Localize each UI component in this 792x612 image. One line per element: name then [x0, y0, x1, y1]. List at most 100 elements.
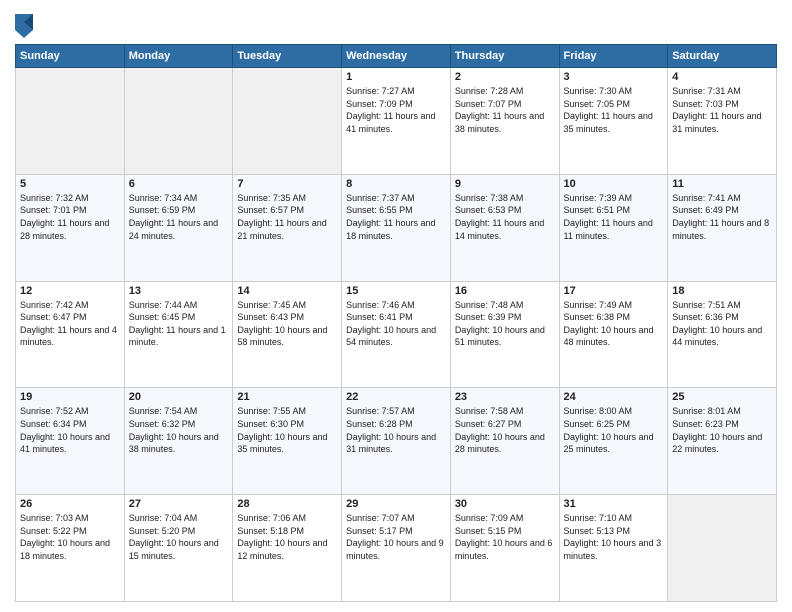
day-number: 1	[346, 71, 446, 83]
calendar-cell: 16 Sunrise: 7:48 AMSunset: 6:39 PMDayligh…	[450, 281, 559, 388]
sunset-text: Sunset: 6:51 PM	[564, 205, 631, 215]
calendar-cell: 18 Sunrise: 7:51 AM Sunset: 6:36 PM Dayligh…	[668, 281, 777, 388]
day-number: 4	[672, 71, 772, 83]
sunset-text: Sunset: 5:20 PM	[129, 526, 196, 536]
daylight-text: Daylight: 10 hours and 6 minutes.	[455, 538, 553, 561]
calendar-table: SundayMondayTuesdayWednesdayThursdayFrid…	[15, 44, 777, 602]
sunrise-text: Sunrise: 7:51 AM	[672, 300, 741, 310]
sunset-text: Sunset: 6:47 PM	[20, 312, 87, 322]
sunset-text: Sunset: 6:55 PM	[346, 205, 413, 215]
day-info: Sunrise: 7:03 AM Sunset: 5:22 PM Daylight:…	[20, 512, 120, 562]
day-number: 10	[564, 178, 664, 190]
day-number: 7	[237, 178, 337, 190]
daylight-text: Daylight: 11 hours and 4 minutes.	[20, 325, 117, 348]
header-row: SundayMondayTuesdayWednesdayThursdayFrid…	[16, 45, 777, 68]
calendar-page: SundayMondayTuesdayWednesdayThursdayFrid…	[0, 0, 792, 612]
calendar-cell	[668, 495, 777, 602]
calendar-cell	[16, 68, 125, 175]
daylight-text: Daylight: 10 hours and 44 minutes.	[672, 325, 762, 348]
sunset-text: Sunset: 6:25 PM	[564, 419, 631, 429]
daylight-text: Daylight: 10 hours and 18 minutes.	[20, 538, 110, 561]
sunset-text: Sunset: 6:36 PM	[672, 312, 739, 322]
sunrise-text: Sunrise: 7:30 AM	[564, 86, 633, 96]
sunset-text: Sunset: 7:09 PM	[346, 99, 413, 109]
daylight-text: Daylight: 11 hours and 24 minutes.	[129, 218, 218, 241]
calendar-cell: 10 Sunrise: 7:39 AMSunset: 6:51 PMDayligh…	[559, 174, 668, 281]
sunrise-text: Sunrise: 7:31 AM	[672, 86, 741, 96]
daylight-text: Daylight: 10 hours and 31 minutes.	[346, 432, 436, 455]
sunset-text: Sunset: 7:03 PM	[672, 99, 739, 109]
day-info: Sunrise: 7:48 AMSunset: 6:39 PMDaylight:…	[455, 299, 555, 349]
day-info: Sunrise: 7:41 AMSunset: 6:49 PMDaylight:…	[672, 192, 772, 242]
calendar-cell: 4 Sunrise: 7:31 AM Sunset: 7:03 PM Daylight…	[668, 68, 777, 175]
sunrise-text: Sunrise: 7:27 AM	[346, 86, 415, 96]
calendar-cell: 21Sunrise: 7:55 AMSunset: 6:30 PMDayligh…	[233, 388, 342, 495]
day-info: Sunrise: 7:07 AMSunset: 5:17 PMDaylight:…	[346, 512, 446, 562]
sunset-text: Sunset: 6:57 PM	[237, 205, 304, 215]
daylight-text: Daylight: 10 hours and 58 minutes.	[237, 325, 327, 348]
day-number: 26	[20, 498, 120, 510]
day-number: 17	[564, 285, 664, 297]
daylight-text: Daylight: 11 hours and 31 minutes.	[672, 111, 761, 134]
day-info: Sunrise: 7:54 AMSunset: 6:32 PMDaylight:…	[129, 405, 229, 455]
sunset-text: Sunset: 6:59 PM	[129, 205, 196, 215]
day-header-sunday: Sunday	[16, 45, 125, 68]
day-number: 2	[455, 71, 555, 83]
day-info: Sunrise: 7:27 AM Sunset: 7:09 PM Daylight:…	[346, 85, 446, 135]
daylight-text: Daylight: 10 hours and 41 minutes.	[20, 432, 110, 455]
sunset-text: Sunset: 6:39 PM	[455, 312, 522, 322]
sunset-text: Sunset: 5:22 PM	[20, 526, 87, 536]
daylight-text: Daylight: 11 hours and 41 minutes.	[346, 111, 435, 134]
sunrise-text: Sunrise: 7:55 AM	[237, 406, 306, 416]
day-info: Sunrise: 7:52 AMSunset: 6:34 PMDaylight:…	[20, 405, 120, 455]
day-info: Sunrise: 7:38 AMSunset: 6:53 PMDaylight:…	[455, 192, 555, 242]
day-header-friday: Friday	[559, 45, 668, 68]
daylight-text: Daylight: 11 hours and 21 minutes.	[237, 218, 326, 241]
calendar-cell: 23Sunrise: 7:58 AMSunset: 6:27 PMDayligh…	[450, 388, 559, 495]
daylight-text: Daylight: 11 hours and 28 minutes.	[20, 218, 109, 241]
day-number: 20	[129, 391, 229, 403]
day-info: Sunrise: 7:06 AMSunset: 5:18 PMDaylight:…	[237, 512, 337, 562]
daylight-text: Daylight: 10 hours and 38 minutes.	[129, 432, 219, 455]
day-header-monday: Monday	[124, 45, 233, 68]
sunset-text: Sunset: 5:18 PM	[237, 526, 304, 536]
day-info: Sunrise: 7:37 AMSunset: 6:55 PMDaylight:…	[346, 192, 446, 242]
sunrise-text: Sunrise: 7:28 AM	[455, 86, 524, 96]
week-row-0: 1 Sunrise: 7:27 AM Sunset: 7:09 PM Daylight…	[16, 68, 777, 175]
calendar-cell: 31Sunrise: 7:10 AMSunset: 5:13 PMDayligh…	[559, 495, 668, 602]
sunrise-text: Sunrise: 7:04 AM	[129, 513, 198, 523]
daylight-text: Daylight: 11 hours and 38 minutes.	[455, 111, 544, 134]
calendar-cell: 26 Sunrise: 7:03 AM Sunset: 5:22 PM Dayligh…	[16, 495, 125, 602]
calendar-cell: 17 Sunrise: 7:49 AMSunset: 6:38 PMDayligh…	[559, 281, 668, 388]
day-info: Sunrise: 7:04 AMSunset: 5:20 PMDaylight:…	[129, 512, 229, 562]
calendar-cell: 1 Sunrise: 7:27 AM Sunset: 7:09 PM Daylight…	[342, 68, 451, 175]
sunrise-text: Sunrise: 7:46 AM	[346, 300, 415, 310]
sunrise-text: Sunrise: 7:35 AM	[237, 193, 306, 203]
sunrise-text: Sunrise: 7:03 AM	[20, 513, 89, 523]
day-header-saturday: Saturday	[668, 45, 777, 68]
calendar-cell: 28Sunrise: 7:06 AMSunset: 5:18 PMDayligh…	[233, 495, 342, 602]
sunrise-text: Sunrise: 7:32 AM	[20, 193, 89, 203]
sunset-text: Sunset: 7:07 PM	[455, 99, 522, 109]
week-row-3: 19Sunrise: 7:52 AMSunset: 6:34 PMDayligh…	[16, 388, 777, 495]
calendar-cell: 15Sunrise: 7:46 AMSunset: 6:41 PMDayligh…	[342, 281, 451, 388]
day-number: 8	[346, 178, 446, 190]
day-info: Sunrise: 7:45 AMSunset: 6:43 PMDaylight:…	[237, 299, 337, 349]
day-info: Sunrise: 7:30 AMSunset: 7:05 PMDaylight:…	[564, 85, 664, 135]
day-info: Sunrise: 7:39 AMSunset: 6:51 PMDaylight:…	[564, 192, 664, 242]
day-number: 18	[672, 285, 772, 297]
sunrise-text: Sunrise: 7:58 AM	[455, 406, 524, 416]
sunrise-text: Sunrise: 8:00 AM	[564, 406, 633, 416]
day-info: Sunrise: 7:49 AMSunset: 6:38 PMDaylight:…	[564, 299, 664, 349]
calendar-cell: 5Sunrise: 7:32 AMSunset: 7:01 PMDaylight…	[16, 174, 125, 281]
week-row-2: 12Sunrise: 7:42 AMSunset: 6:47 PMDayligh…	[16, 281, 777, 388]
sunrise-text: Sunrise: 7:41 AM	[672, 193, 741, 203]
sunset-text: Sunset: 5:17 PM	[346, 526, 413, 536]
sunset-text: Sunset: 6:41 PM	[346, 312, 413, 322]
day-number: 12	[20, 285, 120, 297]
daylight-text: Daylight: 10 hours and 3 minutes.	[564, 538, 662, 561]
daylight-text: Daylight: 10 hours and 48 minutes.	[564, 325, 654, 348]
sunrise-text: Sunrise: 7:45 AM	[237, 300, 306, 310]
day-number: 16	[455, 285, 555, 297]
day-info: Sunrise: 7:32 AMSunset: 7:01 PMDaylight:…	[20, 192, 120, 242]
